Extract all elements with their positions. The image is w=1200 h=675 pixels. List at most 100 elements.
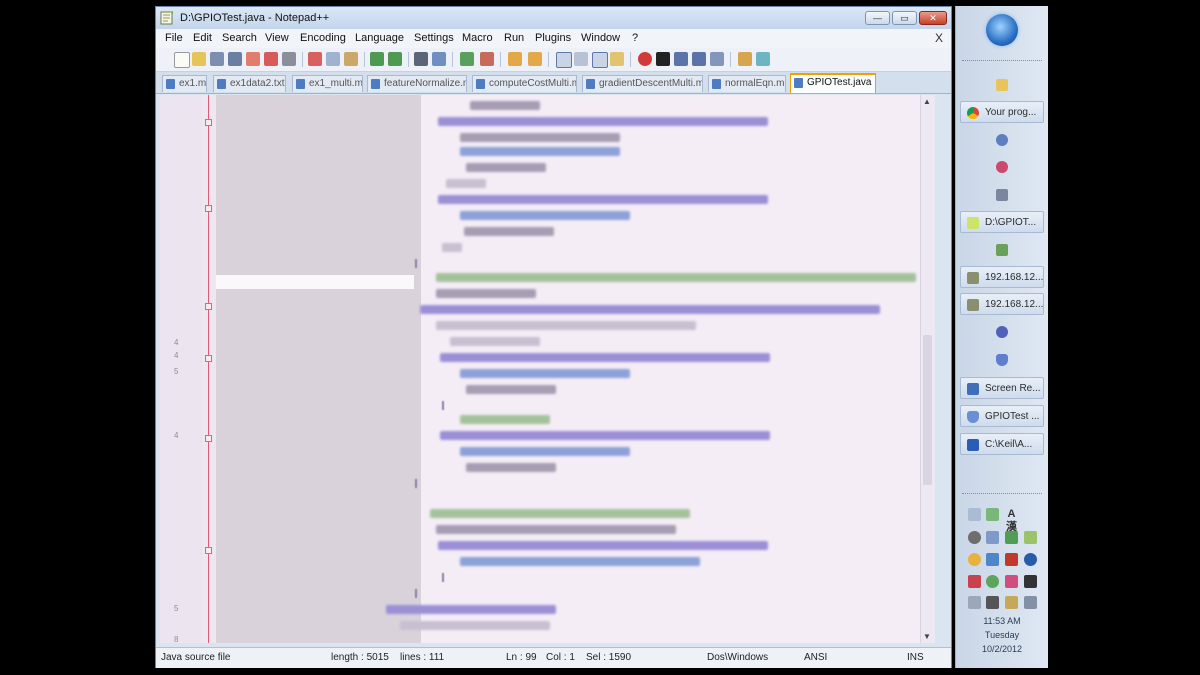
menu-settings[interactable]: Settings <box>414 32 454 44</box>
menu-encoding[interactable]: Encoding <box>300 32 346 44</box>
fold-toggle[interactable] <box>205 303 212 310</box>
tray-app-icon[interactable] <box>986 553 999 566</box>
taskbar-folder[interactable] <box>960 74 1044 96</box>
tray-app-icon[interactable] <box>1005 531 1018 544</box>
ime-text[interactable]: A 漢 <box>1005 508 1018 533</box>
taskbar-app[interactable] <box>960 156 1044 178</box>
tab-ex1[interactable]: ex1.m <box>162 75 207 92</box>
tray-app-icon[interactable] <box>1005 553 1018 566</box>
tab-computecostmulti[interactable]: computeCostMulti.m <box>472 75 577 92</box>
code-editor[interactable]: 4 4 5 4 5 8 ▲ ▼ <box>160 95 935 643</box>
new-file-icon[interactable] <box>174 52 190 68</box>
tray-app-icon[interactable] <box>986 531 999 544</box>
scroll-down-arrow-icon[interactable]: ▼ <box>923 632 931 641</box>
title-bar[interactable]: D:\GPIOTest.java - Notepad++ — ▭ ✕ <box>156 7 951 29</box>
fold-toggle[interactable] <box>205 205 212 212</box>
taskbar-chrome[interactable]: Your prog... <box>960 101 1044 123</box>
keyboard-icon[interactable] <box>968 508 981 521</box>
fold-toggle[interactable] <box>205 355 212 362</box>
menu-plugins[interactable]: Plugins <box>535 32 571 44</box>
tray-app-icon[interactable] <box>968 575 981 588</box>
fold-toggle[interactable] <box>205 435 212 442</box>
print-icon[interactable] <box>282 52 296 66</box>
undo-icon[interactable] <box>370 52 384 66</box>
taskbar-floppy[interactable] <box>960 184 1044 206</box>
replace-icon[interactable] <box>432 52 446 66</box>
spellcheck-icon[interactable] <box>756 52 770 66</box>
stop-macro-icon[interactable] <box>656 52 670 66</box>
fold-toggle[interactable] <box>205 547 212 554</box>
close-document-button[interactable]: X <box>935 31 943 45</box>
plugin-icon[interactable] <box>738 52 752 66</box>
menu-help[interactable]: ? <box>632 32 638 44</box>
menu-file[interactable]: File <box>165 32 183 44</box>
menu-window[interactable]: Window <box>581 32 620 44</box>
zoom-in-icon[interactable] <box>460 52 474 66</box>
fold-margin[interactable] <box>202 95 216 643</box>
menu-macro[interactable]: Macro <box>462 32 493 44</box>
taskbar-putty-1[interactable]: 192.168.12... <box>960 266 1044 288</box>
tray-app-icon[interactable] <box>986 596 999 609</box>
taskbar-gpiotest[interactable]: GPIOTest ... <box>960 405 1044 427</box>
close-all-icon[interactable] <box>264 52 278 66</box>
doc-map-icon[interactable] <box>610 52 624 66</box>
taskbar-app[interactable] <box>960 129 1044 151</box>
tray-app-icon[interactable] <box>986 575 999 588</box>
close-file-icon[interactable] <box>246 52 260 66</box>
tray-app-icon[interactable] <box>1024 575 1037 588</box>
tray-app-icon[interactable] <box>968 531 981 544</box>
show-all-chars-icon[interactable] <box>574 52 588 66</box>
menu-language[interactable]: Language <box>355 32 404 44</box>
volume-icon[interactable] <box>1024 596 1037 609</box>
clock-time[interactable]: 11:53 AM <box>956 616 1048 626</box>
menu-run[interactable]: Run <box>504 32 524 44</box>
menu-edit[interactable]: Edit <box>193 32 212 44</box>
menu-search[interactable]: Search <box>222 32 257 44</box>
minimize-button[interactable]: — <box>865 11 890 25</box>
vertical-scrollbar[interactable]: ▲ ▼ <box>920 95 935 643</box>
tab-featurenormalize[interactable]: featureNormalize.m <box>367 75 467 92</box>
taskbar-app[interactable] <box>960 321 1044 343</box>
record-macro-icon[interactable] <box>638 52 652 66</box>
open-file-icon[interactable] <box>192 52 206 66</box>
cut-icon[interactable] <box>308 52 322 66</box>
save-all-icon[interactable] <box>228 52 242 66</box>
maximize-button[interactable]: ▭ <box>892 11 917 25</box>
save-icon[interactable] <box>210 52 224 66</box>
network-icon[interactable] <box>1005 596 1018 609</box>
tray-app-icon[interactable] <box>1024 531 1037 544</box>
zoom-out-icon[interactable] <box>480 52 494 66</box>
fold-toggle[interactable] <box>205 119 212 126</box>
copy-icon[interactable] <box>326 52 340 66</box>
taskbar-grip[interactable] <box>962 60 1042 64</box>
tab-normaleqn[interactable]: normalEqn.m <box>708 75 786 92</box>
tab-ex1data2[interactable]: ex1data2.txt <box>213 75 286 92</box>
run-macro-multiple-icon[interactable] <box>692 52 706 66</box>
sync-horizontal-icon[interactable] <box>528 52 542 66</box>
scroll-thumb[interactable] <box>923 335 932 485</box>
tab-gpiotest[interactable]: GPIOTest.java <box>790 73 876 93</box>
tray-app-icon[interactable] <box>986 508 999 521</box>
menu-view[interactable]: View <box>265 32 289 44</box>
taskbar-shield[interactable] <box>960 349 1044 371</box>
scroll-up-arrow-icon[interactable]: ▲ <box>923 97 931 106</box>
indent-guide-icon[interactable] <box>592 52 608 68</box>
close-button[interactable]: ✕ <box>919 11 947 25</box>
redo-icon[interactable] <box>388 52 402 66</box>
tab-gradientdescentmulti[interactable]: gradientDescentMulti.m <box>582 75 703 92</box>
tray-app-icon[interactable] <box>1005 575 1018 588</box>
paste-icon[interactable] <box>344 52 358 66</box>
tray-app-icon[interactable] <box>968 553 981 566</box>
taskbar-notepadpp[interactable]: D:\GPIOT... <box>960 211 1044 233</box>
taskbar-app[interactable] <box>960 239 1044 261</box>
taskbar-keil[interactable]: C:\Keil\A... <box>960 433 1044 455</box>
taskbar-grip[interactable] <box>962 493 1042 497</box>
tab-ex1-multi[interactable]: ex1_multi.m <box>292 75 363 92</box>
save-macro-icon[interactable] <box>710 52 724 66</box>
taskbar-putty-2[interactable]: 192.168.12... <box>960 293 1044 315</box>
taskbar-screen-recorder[interactable]: Screen Re... <box>960 377 1044 399</box>
start-button-icon[interactable] <box>986 14 1018 46</box>
bluetooth-icon[interactable] <box>1024 553 1037 566</box>
play-macro-icon[interactable] <box>674 52 688 66</box>
find-icon[interactable] <box>414 52 428 66</box>
